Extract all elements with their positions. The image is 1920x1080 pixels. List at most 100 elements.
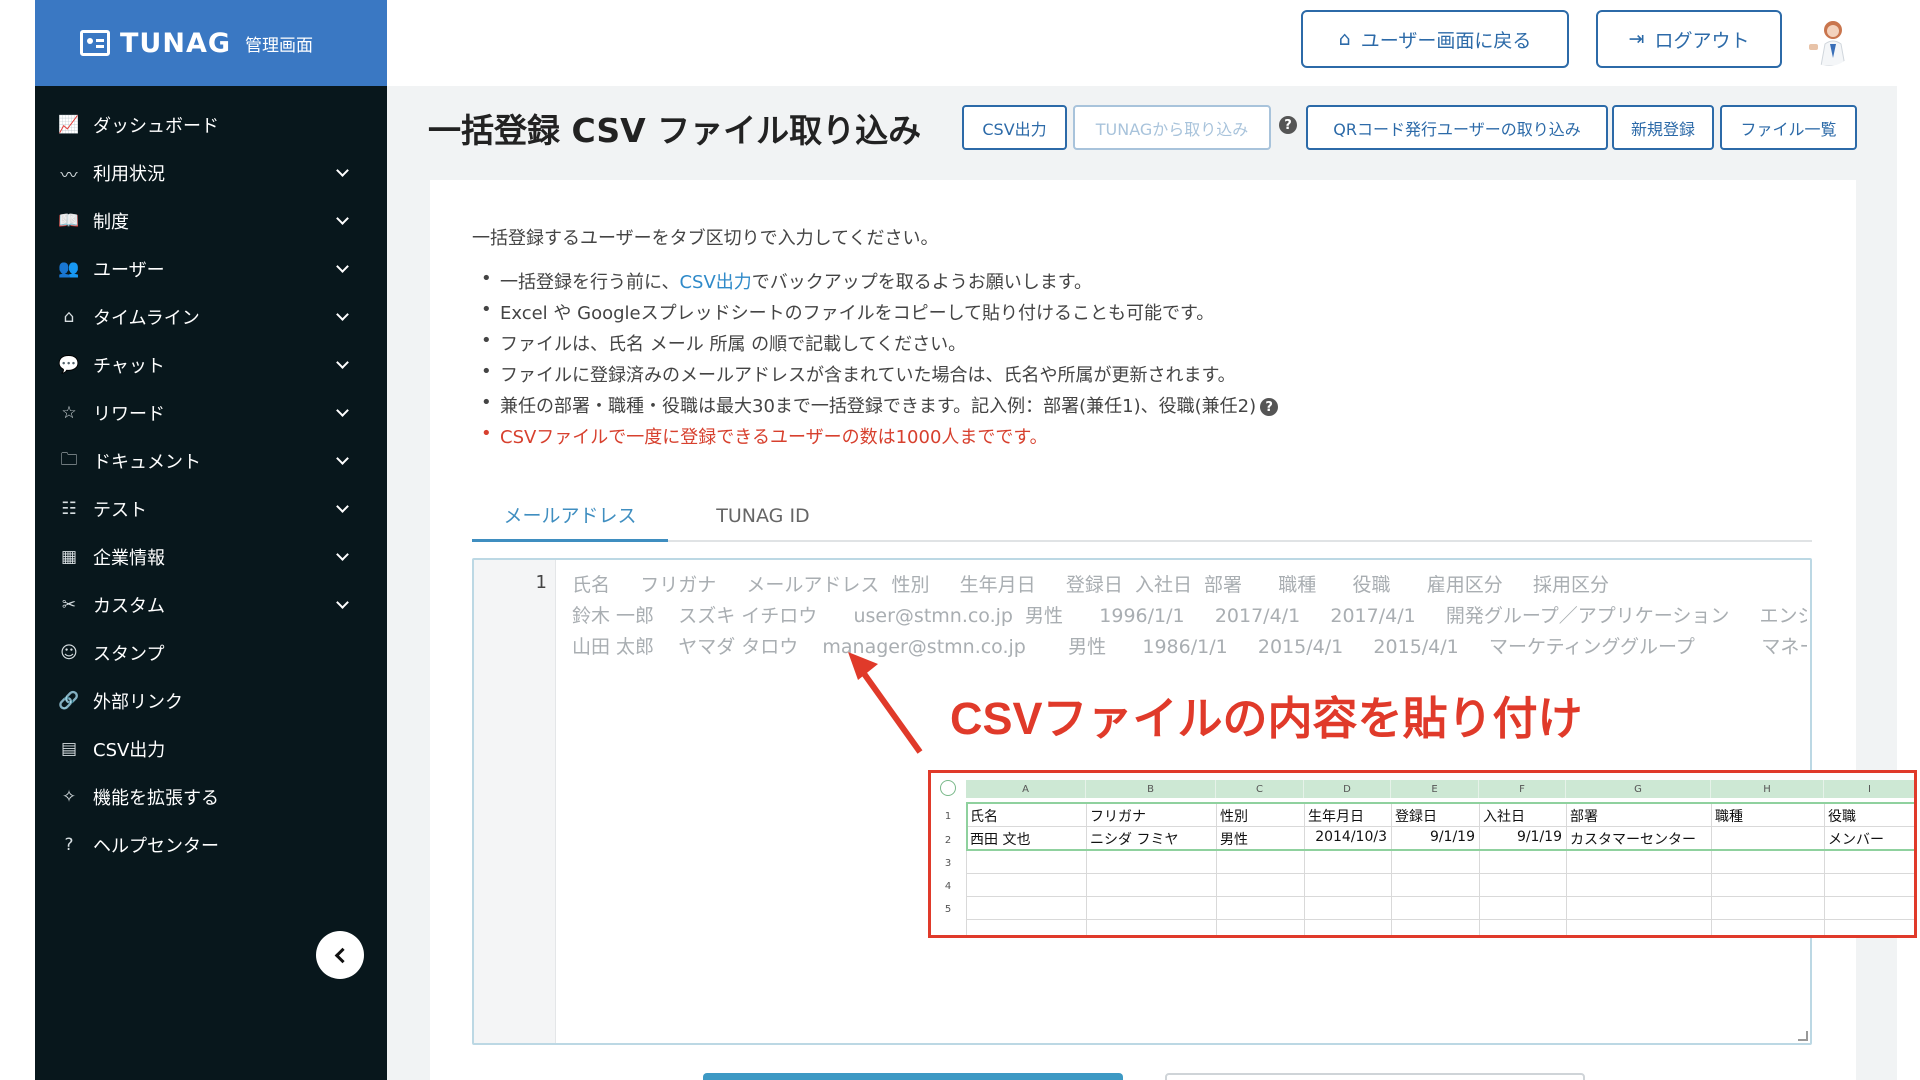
column-header: H xyxy=(1711,780,1824,798)
instruction-text: 兼任の部署・職種・役職は最大30まで一括登録できます。記入例：部署(兼任1)、役… xyxy=(500,396,1257,417)
question-icon[interactable]: ? xyxy=(1260,398,1279,416)
sidebar-item[interactable]: ▦ 企業情報 xyxy=(35,533,387,581)
spreadsheet-example: A B C D E F G H I 1 2 3 4 5 氏名 フリガナ 性別 生年月日 登録日 入社日 部署 職種 役職 西田… xyxy=(928,770,1917,938)
sheet-data-cell: 9/1/19 xyxy=(1429,829,1475,845)
sidebar-item-label: 企業情報 xyxy=(93,548,165,569)
sidebar-item[interactable]: ✂ カスタム xyxy=(35,581,387,629)
sidebar-item[interactable]: 📈 ダッシュボード xyxy=(35,101,387,149)
sheet-data-cell: メンバー xyxy=(1828,832,1884,848)
sidebar-collapse-button[interactable] xyxy=(316,931,364,979)
table-icon: ▤ xyxy=(60,739,78,759)
instruction-item: 兼任の部署・職種・役職は最大30まで一括登録できます。記入例：部署(兼任1)、役… xyxy=(472,392,1279,423)
sheet-data-cell xyxy=(1711,829,1824,849)
intro-text: 一括登録するユーザーをタブ区切りで入力してください。 xyxy=(472,228,939,249)
sidebar-item-label: カスタム xyxy=(93,596,165,617)
sidebar-item[interactable]: 👥 ユーザー xyxy=(35,245,387,293)
tab-tunag-id[interactable]: TUNAG ID xyxy=(668,490,858,542)
instruction-item: ファイルに登録済みのメールアドレスが含まれていた場合は、氏名や所属が更新されます… xyxy=(472,361,1278,392)
csv-export-button[interactable]: CSV出力 xyxy=(962,105,1067,150)
chevron-down-icon xyxy=(336,259,349,273)
brand-header[interactable]: TUNAG 管理画面 xyxy=(35,0,387,86)
column-header: B xyxy=(1086,780,1216,798)
sheet-header-cell: 役職 xyxy=(1828,809,1856,825)
column-header: A xyxy=(966,780,1086,798)
chevron-left-icon xyxy=(334,947,351,963)
sidebar-item-label: リワード xyxy=(93,404,165,425)
sidebar-item-label: 制度 xyxy=(93,212,129,233)
sheet-data-cell: ニシダ フミヤ xyxy=(1090,832,1179,848)
chevron-down-icon xyxy=(336,163,349,177)
instruction-item: Excel や Googleスプレッドシートのファイルをコピーして貼り付けること… xyxy=(472,299,1278,330)
grid-line xyxy=(966,896,1914,897)
tunag-import-button[interactable]: TUNAGから取り込み xyxy=(1073,105,1271,150)
sidebar-item-label: ダッシュボード xyxy=(93,116,219,137)
sidebar-item[interactable]: ▤ CSV出力 xyxy=(35,725,387,773)
instruction-text: 一括登録を行う前に、 xyxy=(500,272,680,293)
sheet-header-cell: 部署 xyxy=(1570,809,1598,825)
instruction-item: 一括登録を行う前に、CSV出力でバックアップを取るようお願いします。 xyxy=(472,268,1278,299)
chevron-down-icon xyxy=(336,211,349,225)
sidebar-item[interactable]: 🗀 ドキュメント xyxy=(35,437,387,485)
row-header: 3 xyxy=(944,857,952,869)
qr-user-import-button[interactable]: QRコード発行ユーザーの取り込み xyxy=(1306,105,1608,150)
sheet-header-cell: 氏名 xyxy=(970,809,998,825)
sidebar-item[interactable]: ☆ リワード xyxy=(35,389,387,437)
chevron-down-icon xyxy=(336,355,349,369)
sidebar-item[interactable]: 🔗 外部リンク xyxy=(35,677,387,725)
sidebar-item[interactable]: 〰利用状況 xyxy=(35,149,387,197)
checklist-icon: ☷ xyxy=(61,499,77,519)
row-header: 2 xyxy=(944,834,952,846)
sidebar-item[interactable]: ? ヘルプセンター xyxy=(35,821,387,869)
chevron-down-icon xyxy=(336,595,349,609)
sidebar-item[interactable]: ☷ テスト xyxy=(35,485,387,533)
column-header: C xyxy=(1216,780,1304,798)
sidebar-item-label: ヘルプセンター xyxy=(93,836,219,857)
question-icon[interactable]: ? xyxy=(1279,116,1297,134)
new-register-button[interactable]: 新規登録 xyxy=(1612,105,1714,150)
avatar[interactable] xyxy=(1803,14,1855,66)
sheet-header-cell: 職種 xyxy=(1715,809,1743,825)
input-type-tabs: メールアドレス TUNAG ID xyxy=(472,490,1812,542)
annotation-text: CSVファイルの内容を貼り付け xyxy=(950,693,1583,744)
sidebar-item-label: 外部リンク xyxy=(93,692,183,713)
sidebar-item[interactable]: 📖 制度 xyxy=(35,197,387,245)
sidebar-item[interactable]: ⌂ タイムライン xyxy=(35,293,387,341)
sheet-data-cell: 男性 xyxy=(1220,832,1248,848)
grid-line xyxy=(966,919,1914,920)
chart-icon: 📈 xyxy=(58,115,80,135)
secondary-button[interactable] xyxy=(1165,1073,1585,1080)
back-to-user-screen-label: ユーザー画面に戻る xyxy=(1360,29,1532,52)
home-icon: ⌂ xyxy=(63,307,75,327)
home-icon: ⌂ xyxy=(1338,28,1351,50)
sidebar-item[interactable]: ✧ 機能を拡張する xyxy=(35,773,387,821)
sheet-data-cell: カスタマーセンター xyxy=(1570,832,1696,848)
tab-email[interactable]: メールアドレス xyxy=(472,490,668,542)
column-header: F xyxy=(1479,780,1566,798)
column-header: D xyxy=(1304,780,1391,798)
pulse-icon: 〰 xyxy=(60,165,78,186)
smile-icon: ☺ xyxy=(60,643,78,663)
brand-subtitle: 管理画面 xyxy=(245,35,313,56)
placeholder-line: 鈴木 一郎 スズキ イチロウ user@stmn.co.jp 男性 1996/1… xyxy=(572,605,1807,627)
sidebar-item-label: スタンプ xyxy=(93,644,165,665)
tools-icon: ✂ xyxy=(61,595,77,615)
sidebar-item-label: 機能を拡張する xyxy=(93,788,219,809)
sidebar-item[interactable]: 💬 チャット xyxy=(35,341,387,389)
grid-line xyxy=(1916,802,1917,938)
line-number-gutter: 1 xyxy=(474,560,556,1043)
resize-handle-icon[interactable] xyxy=(1798,1031,1808,1041)
back-to-user-screen-button[interactable]: ⌂ ユーザー画面に戻る xyxy=(1301,10,1569,68)
chat-icon: 💬 xyxy=(58,355,80,375)
file-list-button[interactable]: ファイル一覧 xyxy=(1720,105,1857,150)
book-icon: 📖 xyxy=(58,211,80,231)
csv-export-link[interactable]: CSV出力 xyxy=(679,272,751,293)
select-all-circle-icon xyxy=(940,780,956,796)
editor-placeholder: 氏名 フリガナ メールアドレス 性別 生年月日 登録日 入社日 部署 職種 役職… xyxy=(572,570,1807,663)
import-submit-button[interactable] xyxy=(703,1073,1123,1080)
logout-button[interactable]: ⇥ ログアウト xyxy=(1596,10,1782,68)
column-header: I xyxy=(1824,780,1914,798)
sidebar-item-label: テスト xyxy=(93,500,147,521)
users-icon: 👥 xyxy=(58,259,80,279)
sidebar-item[interactable]: ☺ スタンプ xyxy=(35,629,387,677)
sheet-data-cell: 9/1/19 xyxy=(1516,829,1562,845)
